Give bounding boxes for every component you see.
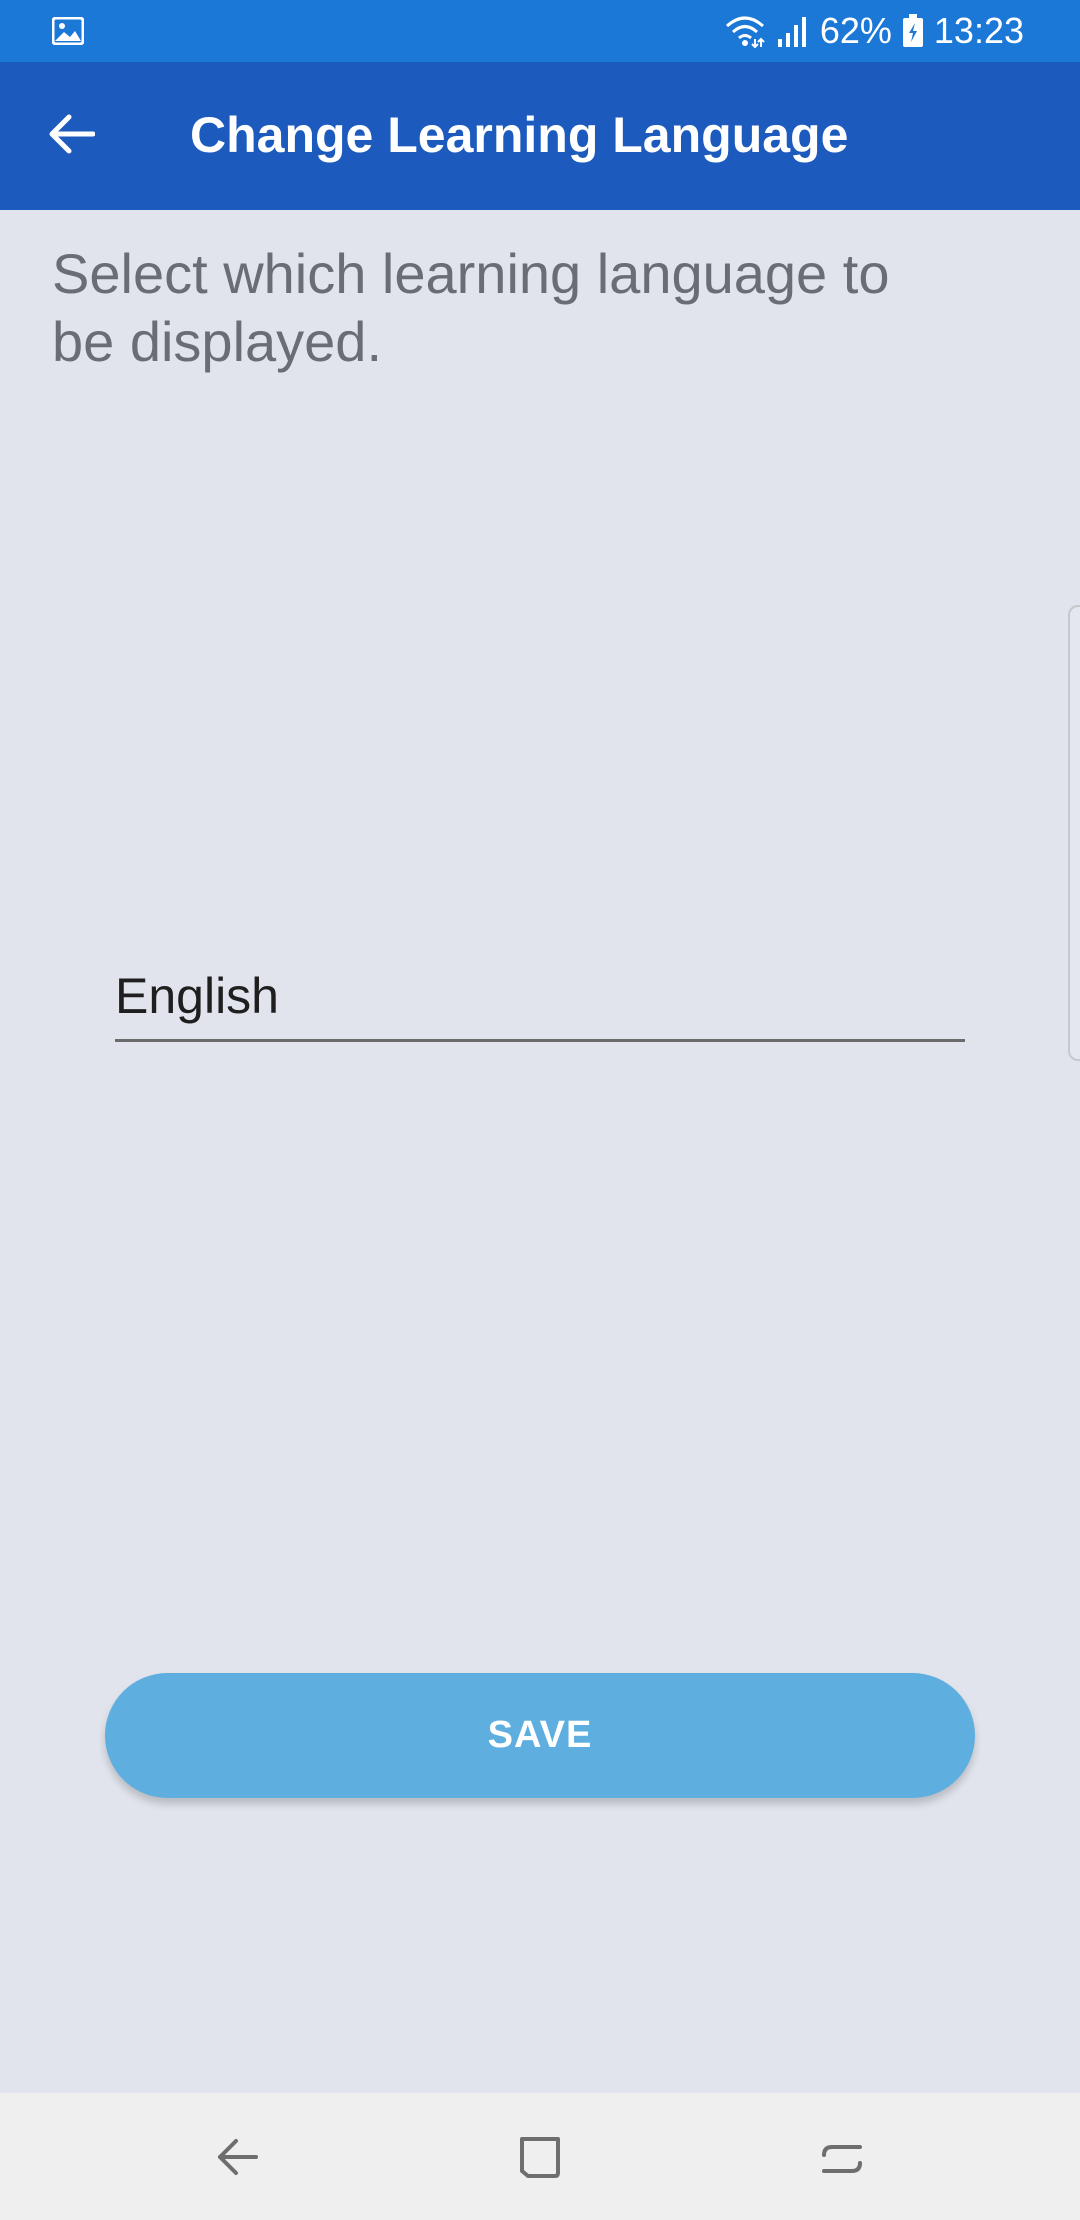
- clock: 13:23: [933, 10, 1024, 51]
- back-button[interactable]: [40, 102, 104, 166]
- nav-recents-icon: [822, 2144, 862, 2173]
- cell-signal-icon: [777, 17, 806, 47]
- wifi-icon: [725, 16, 765, 48]
- page-title: Change Learning Language: [190, 107, 849, 163]
- nav-recents-button[interactable]: [762, 2093, 922, 2220]
- battery-percent: 62%: [819, 10, 892, 51]
- save-button[interactable]: SAVE: [105, 1673, 975, 1798]
- battery-charging-icon: [902, 14, 923, 47]
- nav-home-icon: [520, 2136, 560, 2178]
- edge-panel-handle[interactable]: [1068, 605, 1080, 1061]
- status-bar: 62% 13:23: [0, 0, 1080, 62]
- instruction-text: Select which learning language to be dis…: [52, 242, 890, 373]
- arrow-back-icon: [49, 114, 95, 154]
- nav-home-button[interactable]: [460, 2093, 620, 2220]
- app-bar: Change Learning Language: [0, 62, 1080, 210]
- nav-back-icon: [218, 2138, 258, 2175]
- nav-back-button[interactable]: [158, 2093, 318, 2220]
- gallery-icon: [52, 17, 84, 45]
- language-selector[interactable]: English: [115, 955, 965, 1042]
- navigation-bar: [0, 2093, 1080, 2220]
- selected-language: English: [115, 968, 279, 1024]
